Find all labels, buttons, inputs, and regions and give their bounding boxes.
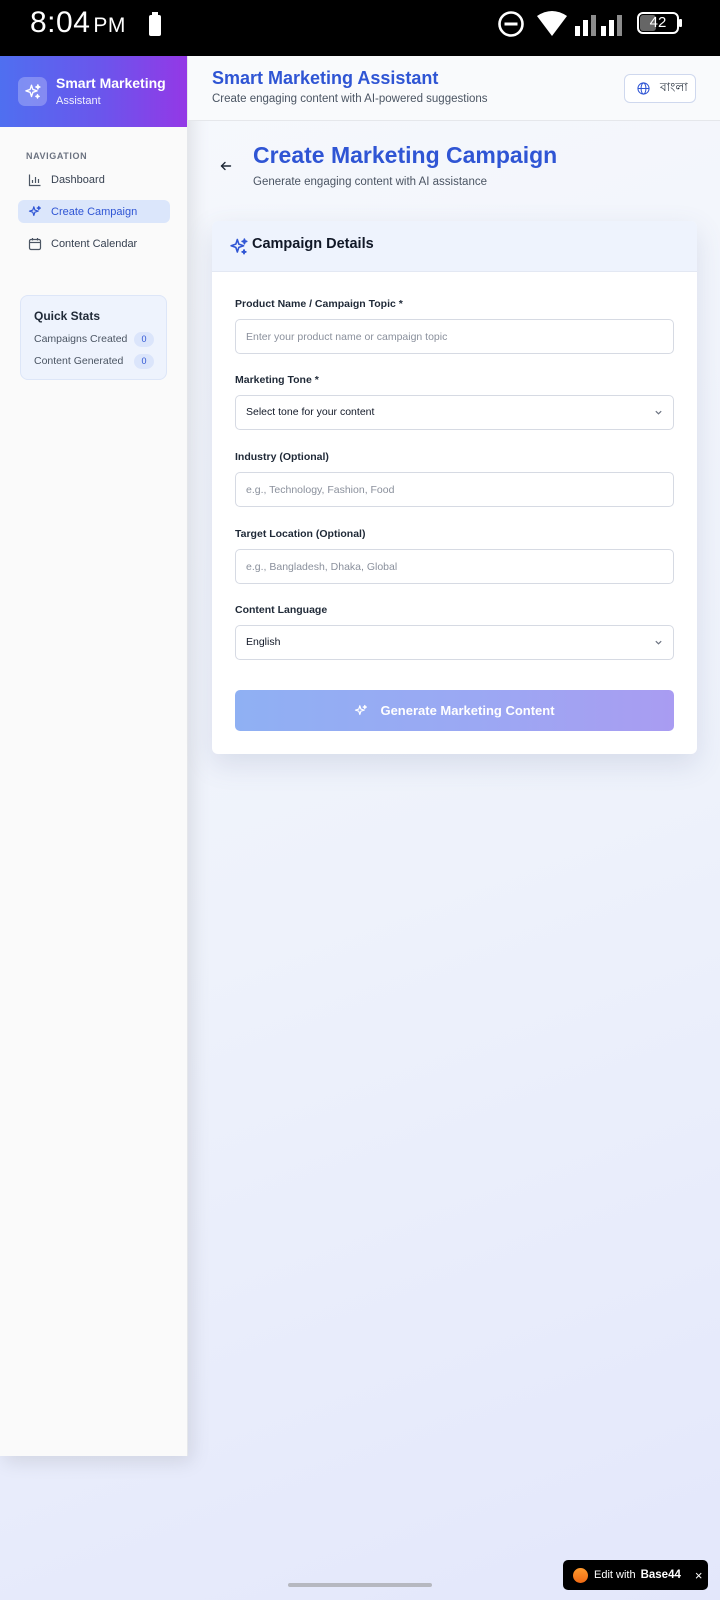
card-title: Campaign Details [252, 236, 374, 252]
sidebar-item-create-campaign[interactable]: Create Campaign [18, 200, 170, 223]
base44-logo-icon [573, 1567, 588, 1583]
generate-content-button[interactable]: Generate Marketing Content [235, 690, 674, 731]
sidebar-item-label: Create Campaign [51, 205, 138, 218]
status-time-ampm: PM [93, 14, 126, 37]
stat-campaigns-created-count: 0 [134, 332, 154, 347]
brand-logo-badge [18, 77, 47, 106]
brand-subtitle: Assistant [56, 95, 101, 107]
brand-title: Smart Marketing [56, 75, 166, 91]
content-language-select[interactable]: English [235, 625, 674, 660]
app-subtitle: Create engaging content with AI-powered … [212, 93, 488, 105]
sparkles-icon [229, 237, 249, 257]
sidebar-item-dashboard[interactable]: Dashboard [18, 168, 170, 191]
chevron-down-icon [654, 408, 663, 417]
calendar-icon [28, 237, 42, 251]
nav-heading: NAVIGATION [26, 151, 88, 161]
target-location-label: Target Location (Optional) [235, 528, 366, 540]
status-bar: 8:04 PM 42 [0, 0, 720, 56]
battery-saver-icon [148, 12, 162, 41]
home-indicator[interactable] [288, 1583, 432, 1587]
sidebar: Smart Marketing Assistant NAVIGATION Das… [0, 56, 188, 1456]
stat-content-generated-count: 0 [134, 354, 154, 369]
close-icon[interactable]: × [695, 1568, 703, 1583]
quick-stats-card: Quick Stats Campaigns Created 0 Content … [20, 295, 167, 380]
battery-icon: 42 [637, 12, 683, 39]
edit-with-base44-badge[interactable]: Edit with Base44 × [563, 1560, 708, 1590]
sidebar-item-label: Content Calendar [51, 237, 138, 250]
campaign-details-card: Campaign Details Product Name / Campaign… [212, 221, 697, 754]
page-title: Create Marketing Campaign [253, 142, 558, 168]
sidebar-brand: Smart Marketing Assistant [0, 56, 187, 127]
status-time: 8:04 PM [30, 6, 126, 40]
language-toggle-label: বাংলা [660, 79, 688, 94]
marketing-tone-label: Marketing Tone * [235, 374, 319, 386]
industry-label: Industry (Optional) [235, 451, 329, 463]
arrow-left-icon [219, 159, 233, 175]
sparkles-icon [24, 83, 42, 101]
product-name-input[interactable] [235, 319, 674, 354]
industry-input[interactable] [235, 472, 674, 507]
status-time-value: 8:04 [30, 6, 91, 39]
content-language-value: English [246, 636, 281, 648]
product-name-label: Product Name / Campaign Topic * [235, 298, 403, 310]
card-header: Campaign Details [212, 221, 697, 272]
marketing-tone-value: Select tone for your content [246, 406, 375, 418]
base44-brand-label: Base44 [640, 1569, 681, 1581]
quick-stats-title: Quick Stats [34, 309, 101, 323]
chevron-down-icon [654, 638, 663, 647]
wifi-icon [536, 9, 568, 42]
globe-icon [637, 82, 650, 95]
marketing-tone-select[interactable]: Select tone for your content [235, 395, 674, 430]
battery-level: 42 [649, 14, 667, 31]
content-language-label: Content Language [235, 604, 328, 616]
sidebar-item-content-calendar[interactable]: Content Calendar [18, 232, 170, 255]
target-location-input[interactable] [235, 549, 674, 584]
back-button[interactable] [219, 159, 235, 175]
app-title: Smart Marketing Assistant [212, 68, 439, 88]
sparkles-icon [354, 704, 368, 718]
bar-chart-icon [28, 173, 42, 187]
app-header: Smart Marketing Assistant Create engagin… [188, 56, 720, 121]
page-subtitle: Generate engaging content with AI assist… [253, 176, 487, 188]
language-toggle-button[interactable]: বাংলা [624, 74, 696, 103]
sidebar-item-label: Dashboard [51, 173, 105, 186]
generate-content-label: Generate Marketing Content [380, 703, 555, 718]
edit-with-label: Edit with [594, 1569, 636, 1581]
do-not-disturb-icon [497, 10, 525, 43]
sparkles-icon [28, 205, 42, 219]
signal-icon [575, 12, 627, 41]
